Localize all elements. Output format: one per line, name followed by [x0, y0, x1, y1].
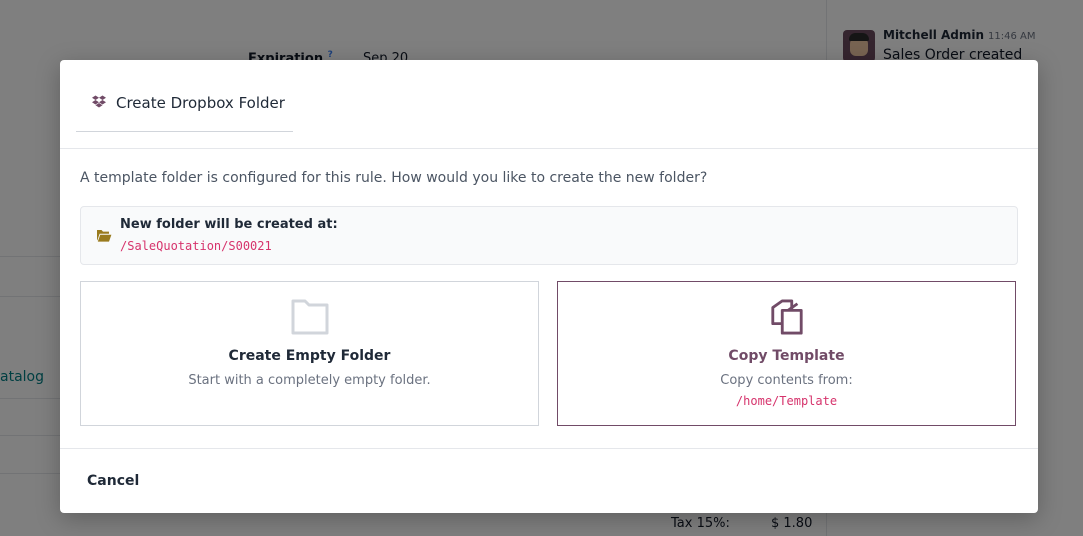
- option-title: Create Empty Folder: [228, 348, 391, 364]
- dialog-header: Create Dropbox Folder: [60, 60, 1038, 149]
- option-title: Copy Template: [728, 348, 845, 364]
- location-label: New folder will be created at:: [120, 217, 338, 232]
- dialog-footer: Cancel: [60, 448, 1038, 514]
- target-location-box: New folder will be created at: /SaleQuot…: [80, 206, 1018, 265]
- option-description: Start with a completely empty folder.: [188, 373, 431, 388]
- create-empty-folder-option[interactable]: Create Empty Folder Start with a complet…: [80, 281, 539, 426]
- cancel-button[interactable]: Cancel: [76, 464, 150, 498]
- option-description: Copy contents from:: [720, 373, 853, 388]
- dropbox-icon: [92, 95, 106, 108]
- dialog-intro-text: A template folder is configured for this…: [80, 170, 708, 186]
- folder-open-icon: [97, 230, 112, 242]
- dialog-title: Create Dropbox Folder: [116, 94, 285, 112]
- copy-template-option[interactable]: Copy Template Copy contents from: /home/…: [557, 281, 1016, 426]
- dialog-title-tab: Create Dropbox Folder: [76, 60, 293, 132]
- location-path: /SaleQuotation/S00021: [120, 239, 272, 253]
- folder-icon: [291, 299, 328, 335]
- template-path: /home/Template: [735, 394, 838, 408]
- create-dropbox-folder-dialog: Create Dropbox Folder A template folder …: [60, 60, 1038, 513]
- copy-icon: [770, 299, 803, 335]
